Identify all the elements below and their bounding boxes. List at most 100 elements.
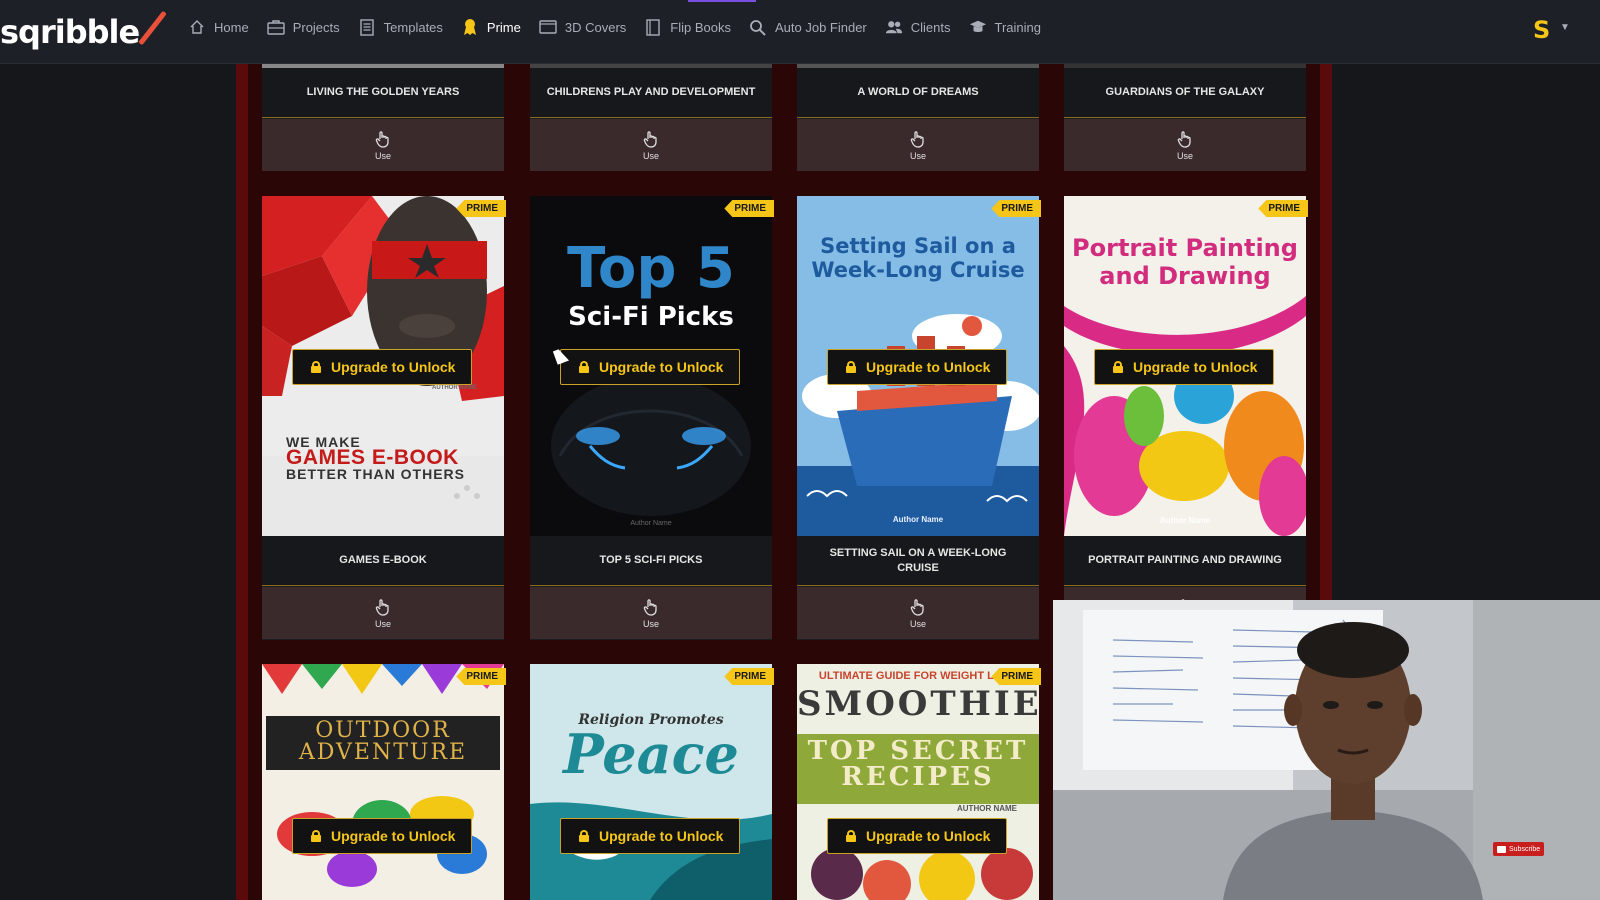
upgrade-to-unlock-button[interactable]: Upgrade to Unlock: [292, 349, 473, 385]
upgrade-to-unlock-button[interactable]: Upgrade to Unlock: [560, 818, 741, 854]
card-title: PORTRAIT PAINTING AND DRAWING: [1064, 536, 1306, 586]
nav-item-training[interactable]: Training: [969, 18, 1041, 36]
templates-icon: [358, 18, 376, 36]
nav-label: Projects: [292, 19, 340, 35]
prime-badge: PRIME: [456, 668, 506, 685]
template-card: GUARDIANS OF THE GALAXY Use: [1064, 64, 1306, 171]
lock-icon: [579, 830, 589, 842]
nav-item-flip-books[interactable]: Flip Books: [644, 18, 731, 36]
prime-badge: PRIME: [1258, 200, 1308, 217]
flip-books-icon: [644, 18, 662, 36]
upgrade-to-unlock-button[interactable]: Upgrade to Unlock: [827, 818, 1008, 854]
unlock-label: Upgrade to Unlock: [331, 359, 456, 375]
use-label: Use: [642, 150, 659, 161]
unlock-label: Upgrade to Unlock: [599, 359, 724, 375]
hand-pointer-icon: [375, 130, 389, 148]
nav-item-clients[interactable]: Clients: [885, 18, 951, 36]
use-button[interactable]: Use: [262, 587, 504, 639]
upgrade-to-unlock-button[interactable]: Upgrade to Unlock: [827, 349, 1008, 385]
card-title: SETTING SAIL ON A WEEK-LONG CRUISE: [797, 536, 1039, 586]
nav-label: Clients: [910, 19, 951, 35]
upgrade-to-unlock-button[interactable]: Upgrade to Unlock: [560, 349, 741, 385]
nav-item-3d-covers[interactable]: 3D Covers: [539, 18, 626, 36]
cover-title: Portrait Painting and Drawing: [1064, 234, 1306, 290]
training-icon: [969, 18, 987, 36]
cover-title: Setting Sail on a Week-Long Cruise: [797, 234, 1039, 282]
webcam-overlay: Subscribe: [1053, 600, 1600, 900]
use-button[interactable]: Use: [530, 587, 772, 639]
card-title: A WORLD OF DREAMS: [797, 68, 1039, 118]
nav-label: Templates: [383, 19, 443, 35]
cover-text: Sci-Fi Picks: [568, 302, 734, 332]
use-label: Use: [374, 150, 391, 161]
use-button[interactable]: Use: [1064, 119, 1306, 171]
prime-badge: PRIME: [991, 668, 1041, 685]
card-title: GUARDIANS OF THE GALAXY: [1064, 68, 1306, 118]
card-title: CHILDRENS PLAY AND DEVELOPMENT: [530, 68, 772, 118]
pencil-icon: [138, 10, 167, 46]
nav-label: 3D Covers: [564, 19, 627, 35]
hand-pointer-icon: [643, 598, 657, 616]
prime-badge: PRIME: [991, 200, 1041, 217]
card-title: LIVING THE GOLDEN YEARS: [262, 68, 504, 118]
cover-text: SMOOTHIE: [797, 684, 1039, 724]
logo-text: sqribble: [0, 13, 140, 51]
user-menu[interactable]: S: [1533, 16, 1550, 44]
nav-item-projects[interactable]: Projects: [266, 18, 340, 36]
main-nav: Home Projects Templates Prime 3D Covers: [188, 18, 1041, 36]
youtube-icon: [1497, 845, 1506, 853]
lock-icon: [846, 830, 856, 842]
card-title: GAMES E-BOOK: [262, 536, 504, 586]
cover-text: RECIPES: [841, 762, 995, 792]
cover-image: OUTDOOR ADVENTURE: [262, 664, 504, 900]
cover-image: ULTIMATE GUIDE FOR WEIGHT LOSS SMOOTHIE …: [797, 664, 1039, 900]
unlock-label: Upgrade to Unlock: [866, 359, 991, 375]
cover-title: TOP SECRET RECIPES: [797, 738, 1039, 790]
nav-item-home[interactable]: Home: [188, 18, 249, 36]
cover-text: Setting Sail on a: [820, 234, 1016, 258]
cover-author: Author Name: [892, 515, 944, 524]
upgrade-to-unlock-button[interactable]: Upgrade to Unlock: [292, 818, 473, 854]
cover-text: Portrait Painting: [1072, 234, 1298, 262]
use-button[interactable]: Use: [262, 119, 504, 171]
3d-covers-icon: [539, 18, 557, 36]
template-card: AUTHOR NAME WE MAKE GAMES E-BOOK BETTER …: [262, 196, 506, 640]
unlock-label: Upgrade to Unlock: [599, 828, 724, 844]
logo[interactable]: sqribble: [0, 10, 167, 52]
hand-pointer-icon: [910, 130, 924, 148]
prime-badge: PRIME: [456, 200, 506, 217]
cover-author: Author Name: [630, 520, 672, 527]
nav-label: Auto Job Finder: [774, 19, 867, 35]
cover-text: and Drawing: [1099, 262, 1271, 290]
use-button[interactable]: Use: [797, 119, 1039, 171]
hand-pointer-icon: [1177, 130, 1191, 148]
use-label: Use: [909, 618, 926, 629]
use-button[interactable]: Use: [530, 119, 772, 171]
upgrade-to-unlock-button[interactable]: Upgrade to Unlock: [1094, 349, 1275, 385]
hand-pointer-icon: [643, 130, 657, 148]
use-button[interactable]: Use: [797, 587, 1039, 639]
use-label: Use: [642, 618, 659, 629]
cover-author: Author Name: [1159, 516, 1211, 525]
template-card: CHILDRENS PLAY AND DEVELOPMENT Use: [530, 64, 772, 171]
cover-text: OUTDOOR: [315, 718, 451, 743]
nav-label: Prime: [486, 19, 521, 35]
home-icon: [188, 18, 206, 36]
lock-icon: [1113, 361, 1123, 373]
nav-item-templates[interactable]: Templates: [358, 18, 443, 36]
unlock-label: Upgrade to Unlock: [331, 828, 456, 844]
top-navbar: sqribble Home Projects Templates Prime 3…: [0, 0, 1600, 64]
lock-icon: [846, 361, 856, 373]
chevron-down-icon[interactable]: ▼: [1560, 22, 1570, 33]
nav-item-prime[interactable]: Prime: [461, 18, 521, 36]
template-card: ULTIMATE GUIDE FOR WEIGHT LOSS SMOOTHIE …: [797, 664, 1041, 900]
cover-text: Top 5: [567, 236, 735, 301]
nav-label: Training: [994, 19, 1041, 35]
template-card: Religion Promotes Peace PRIME Upgrade to…: [530, 664, 774, 900]
hand-pointer-icon: [910, 598, 924, 616]
use-label: Use: [909, 150, 926, 161]
prime-ribbon-icon: [461, 18, 479, 36]
subscribe-badge[interactable]: Subscribe: [1493, 842, 1545, 856]
nav-item-auto-job-finder[interactable]: Auto Job Finder: [749, 18, 867, 36]
lock-icon: [311, 830, 321, 842]
